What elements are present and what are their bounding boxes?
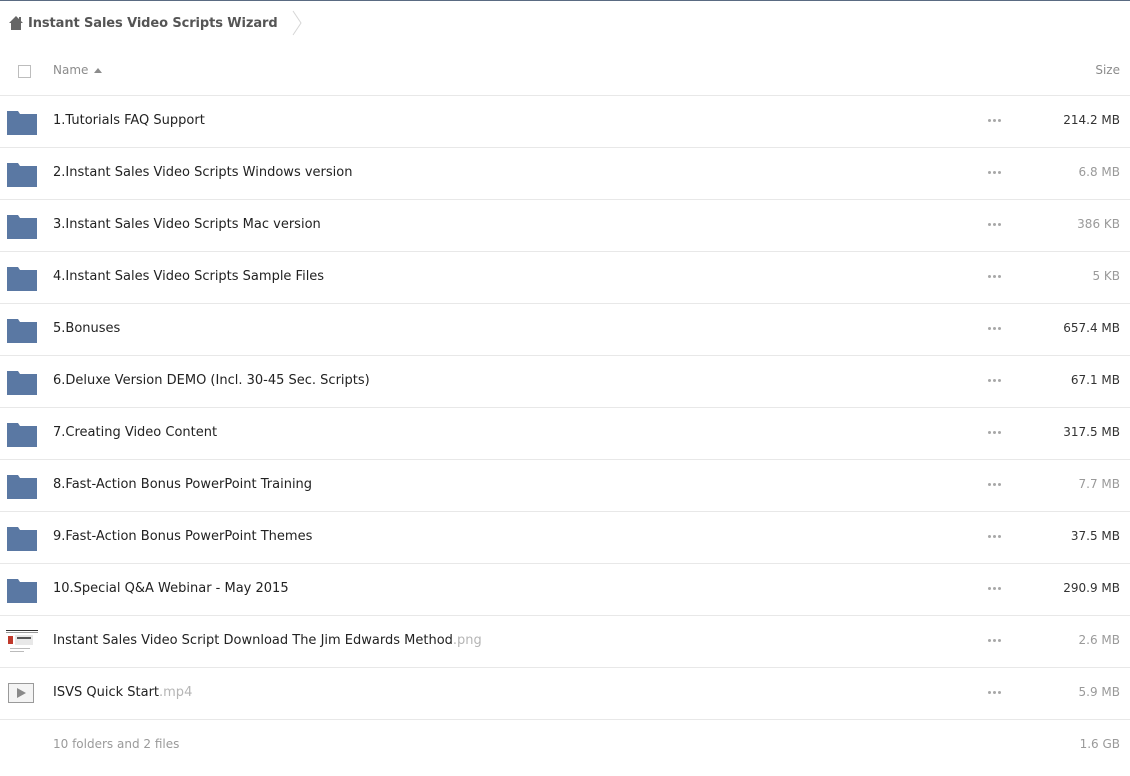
folder-row[interactable]: 8.Fast-Action Bonus PowerPoint Training 7… — [0, 460, 1130, 512]
more-options-icon[interactable] — [988, 587, 1001, 590]
item-size: 2.6 MB — [1078, 633, 1120, 647]
item-size: 657.4 MB — [1063, 321, 1120, 335]
folder-icon — [7, 213, 37, 241]
item-extension: .mp4 — [159, 685, 193, 700]
total-size: 1.6 GB — [1079, 737, 1120, 751]
item-size: 5.9 MB — [1078, 685, 1120, 699]
item-name[interactable]: 10.Special Q&A Webinar - May 2015 — [53, 581, 289, 596]
folder-row[interactable]: 7.Creating Video Content 317.5 MB — [0, 408, 1130, 460]
item-size: 214.2 MB — [1063, 113, 1120, 127]
item-name[interactable]: Instant Sales Video Script Download The … — [53, 633, 482, 648]
item-name[interactable]: 3.Instant Sales Video Scripts Mac versio… — [53, 217, 321, 232]
item-name[interactable]: 2.Instant Sales Video Scripts Windows ve… — [53, 165, 352, 180]
item-name-base: 2.Instant Sales Video Scripts Windows ve… — [53, 165, 353, 180]
more-options-icon[interactable] — [988, 379, 1001, 382]
home-icon[interactable] — [8, 15, 24, 31]
item-size: 7.7 MB — [1078, 477, 1120, 491]
file-row[interactable]: ISVS Quick Start.mp4 5.9 MB — [0, 668, 1130, 720]
folder-icon — [7, 161, 37, 189]
top-border — [0, 0, 1130, 1]
folder-icon — [7, 369, 37, 397]
item-name-base: 9.Fast-Action Bonus PowerPoint Themes — [53, 529, 313, 544]
item-name[interactable]: 8.Fast-Action Bonus PowerPoint Training — [53, 477, 312, 492]
folder-row[interactable]: 6.Deluxe Version DEMO (Incl. 30-45 Sec. … — [0, 356, 1130, 408]
more-options-icon[interactable] — [988, 171, 1001, 174]
item-name-base: 6.Deluxe Version DEMO (Incl. 30-45 Sec. … — [53, 373, 370, 388]
column-size-header[interactable]: Size — [1095, 63, 1120, 77]
item-name-base: 8.Fast-Action Bonus PowerPoint Training — [53, 477, 313, 492]
folder-row[interactable]: 10.Special Q&A Webinar - May 2015 290.9 M… — [0, 564, 1130, 616]
breadcrumb-current-folder[interactable]: Instant Sales Video Scripts Wizard — [28, 16, 278, 31]
item-name-base: 3.Instant Sales Video Scripts Mac versio… — [53, 217, 321, 232]
folder-icon — [7, 109, 37, 137]
folder-row[interactable]: 2.Instant Sales Video Scripts Windows ve… — [0, 148, 1130, 200]
item-count-summary: 10 folders and 2 files — [53, 737, 180, 751]
folder-row[interactable]: 3.Instant Sales Video Scripts Mac versio… — [0, 200, 1130, 252]
item-size: 37.5 MB — [1070, 529, 1120, 543]
breadcrumb-separator-icon — [292, 10, 302, 36]
more-options-icon[interactable] — [988, 691, 1001, 694]
file-list: 1.Tutorials FAQ Support 214.2 MB 2.Instant… — [0, 96, 1130, 720]
select-all-checkbox[interactable] — [18, 65, 31, 78]
item-name-base: 7.Creating Video Content — [53, 425, 218, 440]
file-list-header: Name Size — [0, 52, 1130, 96]
folder-row[interactable]: 4.Instant Sales Video Scripts Sample Fil… — [0, 252, 1130, 304]
folder-icon — [7, 473, 37, 501]
file-list-footer: 10 folders and 2 files 1.6 GB — [0, 730, 1130, 758]
breadcrumb: Instant Sales Video Scripts Wizard — [8, 10, 302, 36]
item-name[interactable]: 7.Creating Video Content — [53, 425, 217, 440]
play-triangle-icon — [17, 688, 26, 698]
item-name[interactable]: 6.Deluxe Version DEMO (Incl. 30-45 Sec. … — [53, 373, 370, 388]
item-name-base: ISVS Quick Start — [53, 685, 160, 700]
item-name-base: 10.Special Q&A Webinar - May 2015 — [53, 581, 289, 596]
item-name[interactable]: ISVS Quick Start.mp4 — [53, 685, 192, 700]
folder-icon — [7, 421, 37, 449]
item-name[interactable]: 1.Tutorials FAQ Support — [53, 113, 205, 128]
item-name[interactable]: 9.Fast-Action Bonus PowerPoint Themes — [53, 529, 312, 544]
folder-icon — [7, 265, 37, 293]
sort-ascending-icon — [94, 67, 103, 73]
item-size: 5 KB — [1092, 269, 1120, 283]
more-options-icon[interactable] — [988, 223, 1001, 226]
more-options-icon[interactable] — [988, 327, 1001, 330]
item-extension: .png — [452, 633, 482, 648]
folder-row[interactable]: 1.Tutorials FAQ Support 214.2 MB — [0, 96, 1130, 148]
item-name-base: 4.Instant Sales Video Scripts Sample Fil… — [53, 269, 325, 284]
more-options-icon[interactable] — [988, 275, 1001, 278]
folder-icon — [7, 317, 37, 345]
more-options-icon[interactable] — [988, 119, 1001, 122]
column-name-header[interactable]: Name — [53, 63, 103, 77]
video-play-icon — [8, 683, 34, 703]
folder-row[interactable]: 9.Fast-Action Bonus PowerPoint Themes 37.… — [0, 512, 1130, 564]
item-size: 6.8 MB — [1078, 165, 1120, 179]
folder-row[interactable]: 5.Bonuses 657.4 MB — [0, 304, 1130, 356]
item-name-base: 1.Tutorials FAQ Support — [53, 113, 205, 128]
item-size: 317.5 MB — [1063, 425, 1120, 439]
item-size: 386 KB — [1077, 217, 1120, 231]
more-options-icon[interactable] — [988, 535, 1001, 538]
more-options-icon[interactable] — [988, 483, 1001, 486]
more-options-icon[interactable] — [988, 639, 1001, 642]
item-name-base: Instant Sales Video Script Download The … — [53, 633, 453, 648]
item-name[interactable]: 4.Instant Sales Video Scripts Sample Fil… — [53, 269, 324, 284]
item-name[interactable]: 5.Bonuses — [53, 321, 120, 336]
file-row[interactable]: Instant Sales Video Script Download The … — [0, 616, 1130, 668]
more-options-icon[interactable] — [988, 431, 1001, 434]
item-size: 67.1 MB — [1070, 373, 1120, 387]
image-thumbnail-icon — [6, 626, 38, 658]
column-name-label: Name — [53, 63, 89, 77]
folder-icon — [7, 577, 37, 605]
item-size: 290.9 MB — [1063, 581, 1120, 595]
folder-icon — [7, 525, 37, 553]
item-name-base: 5.Bonuses — [53, 321, 121, 336]
